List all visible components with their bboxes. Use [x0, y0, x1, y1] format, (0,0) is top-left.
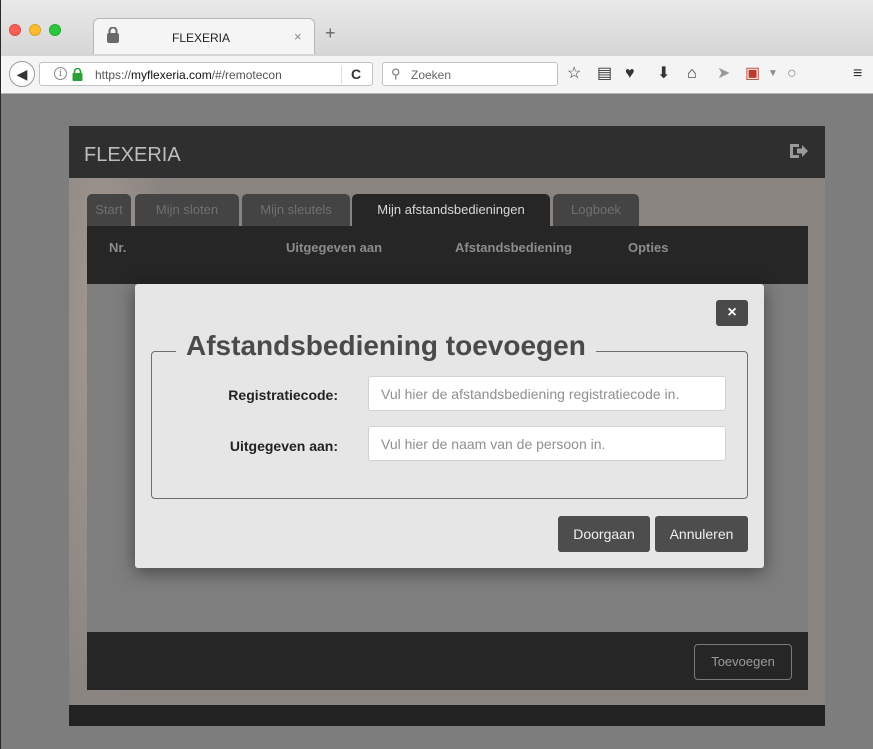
close-window-button[interactable] — [9, 24, 21, 36]
app-header: FLEXERIA — [69, 126, 825, 178]
tab-logboek[interactable]: Logboek — [553, 194, 639, 226]
download-icon[interactable]: ⬇ — [657, 64, 670, 84]
registration-code-label: Registratiecode: — [228, 387, 338, 403]
dropdown-arrow-icon[interactable]: ▼ — [768, 64, 778, 84]
table-header: Nr. Uitgegeven aan Afstandsbediening Opt… — [87, 226, 808, 284]
close-icon: × — [727, 304, 737, 321]
url-domain: myflexeria.com — [131, 68, 212, 82]
page-footer-strip — [69, 705, 825, 726]
issued-to-input[interactable] — [368, 426, 726, 461]
url-prefix: https:// — [95, 68, 132, 82]
logout-icon[interactable] — [789, 142, 809, 160]
back-button[interactable]: ◀ — [9, 61, 35, 87]
app-logo: FLEXERIA — [84, 144, 181, 166]
tab-mijn-sloten[interactable]: Mijn sloten — [135, 194, 239, 226]
reading-list-icon[interactable]: ▤ — [597, 64, 612, 84]
bookmark-star-icon[interactable]: ☆ — [567, 64, 581, 84]
arrow-left-icon: ◀ — [16, 66, 28, 82]
tab-close-icon[interactable]: × — [294, 29, 302, 44]
url-text: https://myflexeria.com/#/remotecon — [95, 68, 340, 82]
issued-to-label: Uitgegeven aan: — [229, 438, 338, 454]
zoom-window-button[interactable] — [49, 24, 61, 36]
registration-code-input[interactable] — [368, 376, 726, 411]
dialog-title: Afstandsbediening toevoegen — [176, 330, 596, 362]
send-icon[interactable]: ➤ — [717, 64, 730, 84]
add-remote-dialog: × Afstandsbediening toevoegen Registrati… — [135, 284, 764, 568]
search-bar[interactable]: ⚲ Zoeken — [382, 62, 558, 86]
pdf-icon[interactable]: ▣ — [745, 64, 760, 84]
column-header-nr: Nr. — [109, 240, 127, 255]
hello-icon[interactable]: ○ — [787, 64, 797, 84]
reload-icon[interactable]: C — [351, 66, 361, 82]
pocket-icon[interactable]: ♥ — [625, 64, 635, 84]
browser-tab[interactable]: FLEXERIA × — [93, 18, 315, 54]
browser-navbar: ◀ i https://myflexeria.com/#/remotecon C… — [1, 56, 873, 94]
new-tab-button[interactable]: + — [325, 24, 336, 42]
column-header-opties: Opties — [628, 240, 669, 255]
column-header-uitgegeven-aan: Uitgegeven aan — [286, 240, 383, 255]
url-separator — [341, 66, 342, 84]
tab-start[interactable]: Start — [87, 194, 131, 226]
menu-icon[interactable]: ≡ — [853, 64, 862, 84]
continue-button[interactable]: Doorgaan — [558, 516, 650, 552]
tab-mijn-afstandsbedieningen[interactable]: Mijn afstandsbedieningen — [352, 194, 550, 226]
info-icon[interactable]: i — [54, 67, 67, 80]
cancel-button[interactable]: Annuleren — [655, 516, 748, 552]
close-dialog-button[interactable]: × — [716, 300, 748, 326]
search-placeholder: Zoeken — [411, 68, 452, 82]
table-footer: Toevoegen — [87, 632, 808, 690]
tab-title: FLEXERIA — [172, 31, 231, 45]
lock-favicon-icon — [107, 27, 119, 43]
url-bar[interactable]: i https://myflexeria.com/#/remotecon C — [39, 62, 373, 86]
search-icon: ⚲ — [391, 66, 401, 81]
form-fieldset: Afstandsbediening toevoegen Registratiec… — [151, 330, 748, 499]
minimize-window-button[interactable] — [29, 24, 41, 36]
browser-window: FLEXERIA × + ◀ i https://myflexeria.com/… — [0, 0, 873, 749]
url-path: /#/remotecon — [211, 68, 282, 82]
column-header-afstandsbediening: Afstandsbediening — [455, 240, 573, 255]
browser-tab-strip: FLEXERIA × + — [1, 0, 873, 56]
add-button[interactable]: Toevoegen — [694, 644, 792, 680]
home-icon[interactable]: ⌂ — [687, 64, 697, 84]
lock-icon — [72, 68, 83, 81]
tab-mijn-sleutels[interactable]: Mijn sleutels — [242, 194, 350, 226]
